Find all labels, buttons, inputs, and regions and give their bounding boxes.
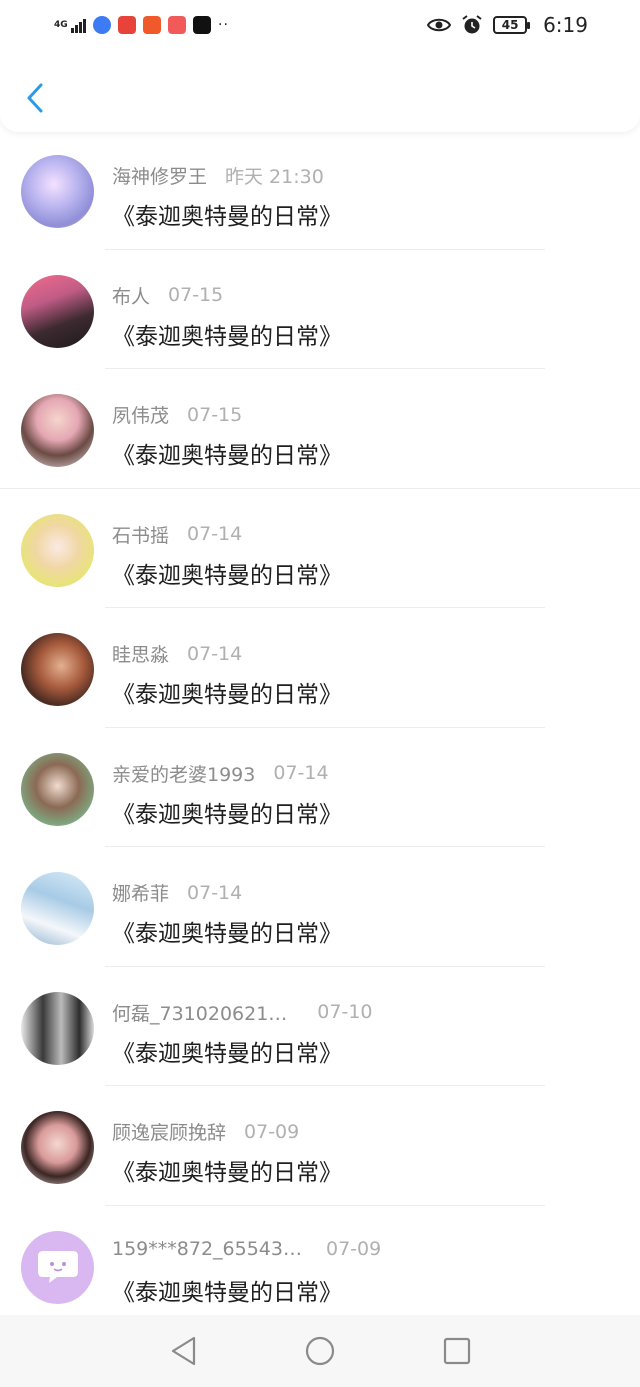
- avatar[interactable]: [21, 274, 94, 348]
- more-notifications-icon: ··: [218, 17, 229, 33]
- book-title[interactable]: 《泰迦奥特曼的日常》: [112, 1034, 342, 1068]
- status-bar: 4G ·· 45 6:19: [0, 0, 640, 50]
- battery-icon: 45: [493, 16, 531, 34]
- user-name[interactable]: 亲爱的老婆1993: [112, 760, 255, 787]
- user-name[interactable]: 159***872_65543…: [112, 1238, 302, 1260]
- list-item[interactable]: 海神修罗王 昨天 21:30 《泰迦奥特曼的日常》: [0, 130, 640, 250]
- list-item[interactable]: 石书摇 07-14 《泰迦奥特曼的日常》: [0, 489, 640, 608]
- alarm-icon: [462, 15, 482, 34]
- clock: 6:19: [543, 13, 588, 37]
- avatar[interactable]: [21, 394, 94, 467]
- square-recents-icon: [443, 1337, 471, 1365]
- list-item[interactable]: 夙伟茂 07-15 《泰迦奥特曼的日常》: [0, 369, 640, 489]
- book-title[interactable]: 《泰迦奥特曼的日常》: [112, 1153, 342, 1187]
- chevron-left-icon: [27, 83, 43, 113]
- tiktok-icon: [193, 16, 211, 34]
- timestamp: 07-14: [187, 881, 243, 904]
- red-app-icon: [168, 16, 186, 34]
- timestamp: 07-14: [273, 762, 329, 784]
- item-meta: 夙伟茂 07-15: [112, 401, 242, 428]
- book-title[interactable]: 《泰迦奥特曼的日常》: [112, 1273, 342, 1307]
- avatar[interactable]: [21, 1111, 94, 1184]
- book-title[interactable]: 《泰迦奥特曼的日常》: [112, 436, 342, 470]
- status-left: 4G ··: [54, 13, 229, 37]
- user-name[interactable]: 夙伟茂: [112, 401, 169, 428]
- user-name[interactable]: 海神修罗王: [112, 162, 207, 189]
- item-meta: 海神修罗王 昨天 21:30: [112, 162, 324, 189]
- timestamp: 07-09: [244, 1120, 300, 1143]
- item-meta: 娜希菲 07-14: [112, 879, 242, 906]
- network-type: 4G: [54, 19, 68, 30]
- book-title[interactable]: 《泰迦奥特曼的日常》: [112, 795, 342, 829]
- back-button[interactable]: [18, 78, 52, 118]
- book-title[interactable]: 《泰迦奥特曼的日常》: [112, 556, 342, 590]
- avatar[interactable]: [21, 752, 94, 826]
- item-meta: 何磊_731020621… 07-10: [112, 999, 373, 1026]
- avatar[interactable]: [21, 1230, 94, 1304]
- system-home-button[interactable]: [300, 1331, 340, 1371]
- book-title[interactable]: 《泰迦奥特曼的日常》: [112, 675, 342, 709]
- item-meta: 石书摇 07-14: [112, 521, 242, 548]
- book-title[interactable]: 《泰迦奥特曼的日常》: [112, 317, 342, 351]
- list-item[interactable]: 顾逸宸顾挽辞 07-09 《泰迦奥特曼的日常》: [0, 1086, 640, 1206]
- shopping-app-icon: [143, 16, 161, 34]
- timestamp: 07-15: [168, 284, 224, 306]
- list-item[interactable]: 何磊_731020621… 07-10 《泰迦奥特曼的日常》: [0, 967, 640, 1086]
- avatar[interactable]: [21, 513, 94, 587]
- item-meta: 眭思淼 07-14: [112, 640, 242, 667]
- system-recents-button[interactable]: [437, 1331, 477, 1371]
- item-meta: 159***872_65543… 07-09: [112, 1238, 381, 1260]
- list-item[interactable]: 布人 07-15 《泰迦奥特曼的日常》: [0, 250, 640, 369]
- timestamp: 07-15: [187, 403, 243, 426]
- avatar[interactable]: [21, 872, 94, 945]
- status-right: 45 6:19: [427, 12, 588, 38]
- map-app-icon: [118, 16, 136, 34]
- music-app-icon: [93, 16, 111, 34]
- triangle-back-icon: [171, 1336, 196, 1366]
- avatar[interactable]: [21, 633, 94, 706]
- timestamp: 07-10: [317, 1001, 373, 1023]
- user-name[interactable]: 何磊_731020621…: [112, 999, 287, 1026]
- user-name[interactable]: 石书摇: [112, 521, 169, 548]
- list-item[interactable]: 娜希菲 07-14 《泰迦奥特曼的日常》: [0, 847, 640, 967]
- header: [0, 50, 640, 132]
- signal-icon: [71, 17, 86, 33]
- item-meta: 顾逸宸顾挽辞 07-09: [112, 1118, 299, 1145]
- circle-home-icon: [305, 1336, 335, 1366]
- book-title[interactable]: 《泰迦奥特曼的日常》: [112, 197, 342, 231]
- user-name[interactable]: 顾逸宸顾挽辞: [112, 1118, 226, 1145]
- system-back-button[interactable]: [163, 1331, 203, 1371]
- list-item[interactable]: 159***872_65543… 07-09 《泰迦奥特曼的日常》: [0, 1206, 640, 1326]
- user-name[interactable]: 布人: [112, 282, 150, 309]
- system-nav-bar: [0, 1315, 640, 1387]
- timestamp: 昨天 21:30: [225, 166, 324, 188]
- avatar[interactable]: [21, 155, 94, 228]
- list-item[interactable]: 眭思淼 07-14 《泰迦奥特曼的日常》: [0, 608, 640, 728]
- avatar[interactable]: [21, 991, 94, 1065]
- item-meta: 亲爱的老婆1993 07-14: [112, 760, 329, 787]
- timestamp: 07-09: [325, 1237, 382, 1260]
- list-item[interactable]: 亲爱的老婆1993 07-14 《泰迦奥特曼的日常》: [0, 728, 640, 847]
- timestamp: 07-14: [187, 523, 243, 545]
- chat-bubble-icon: [37, 1251, 78, 1283]
- item-meta: 布人 07-15: [112, 282, 223, 309]
- reader-list: 海神修罗王 昨天 21:30 《泰迦奥特曼的日常》 布人 07-15 《泰迦奥特…: [0, 130, 640, 1325]
- user-name[interactable]: 眭思淼: [112, 640, 169, 667]
- eye-icon: [427, 18, 452, 32]
- timestamp: 07-14: [187, 642, 243, 665]
- book-title[interactable]: 《泰迦奥特曼的日常》: [112, 914, 342, 948]
- user-name[interactable]: 娜希菲: [112, 879, 169, 906]
